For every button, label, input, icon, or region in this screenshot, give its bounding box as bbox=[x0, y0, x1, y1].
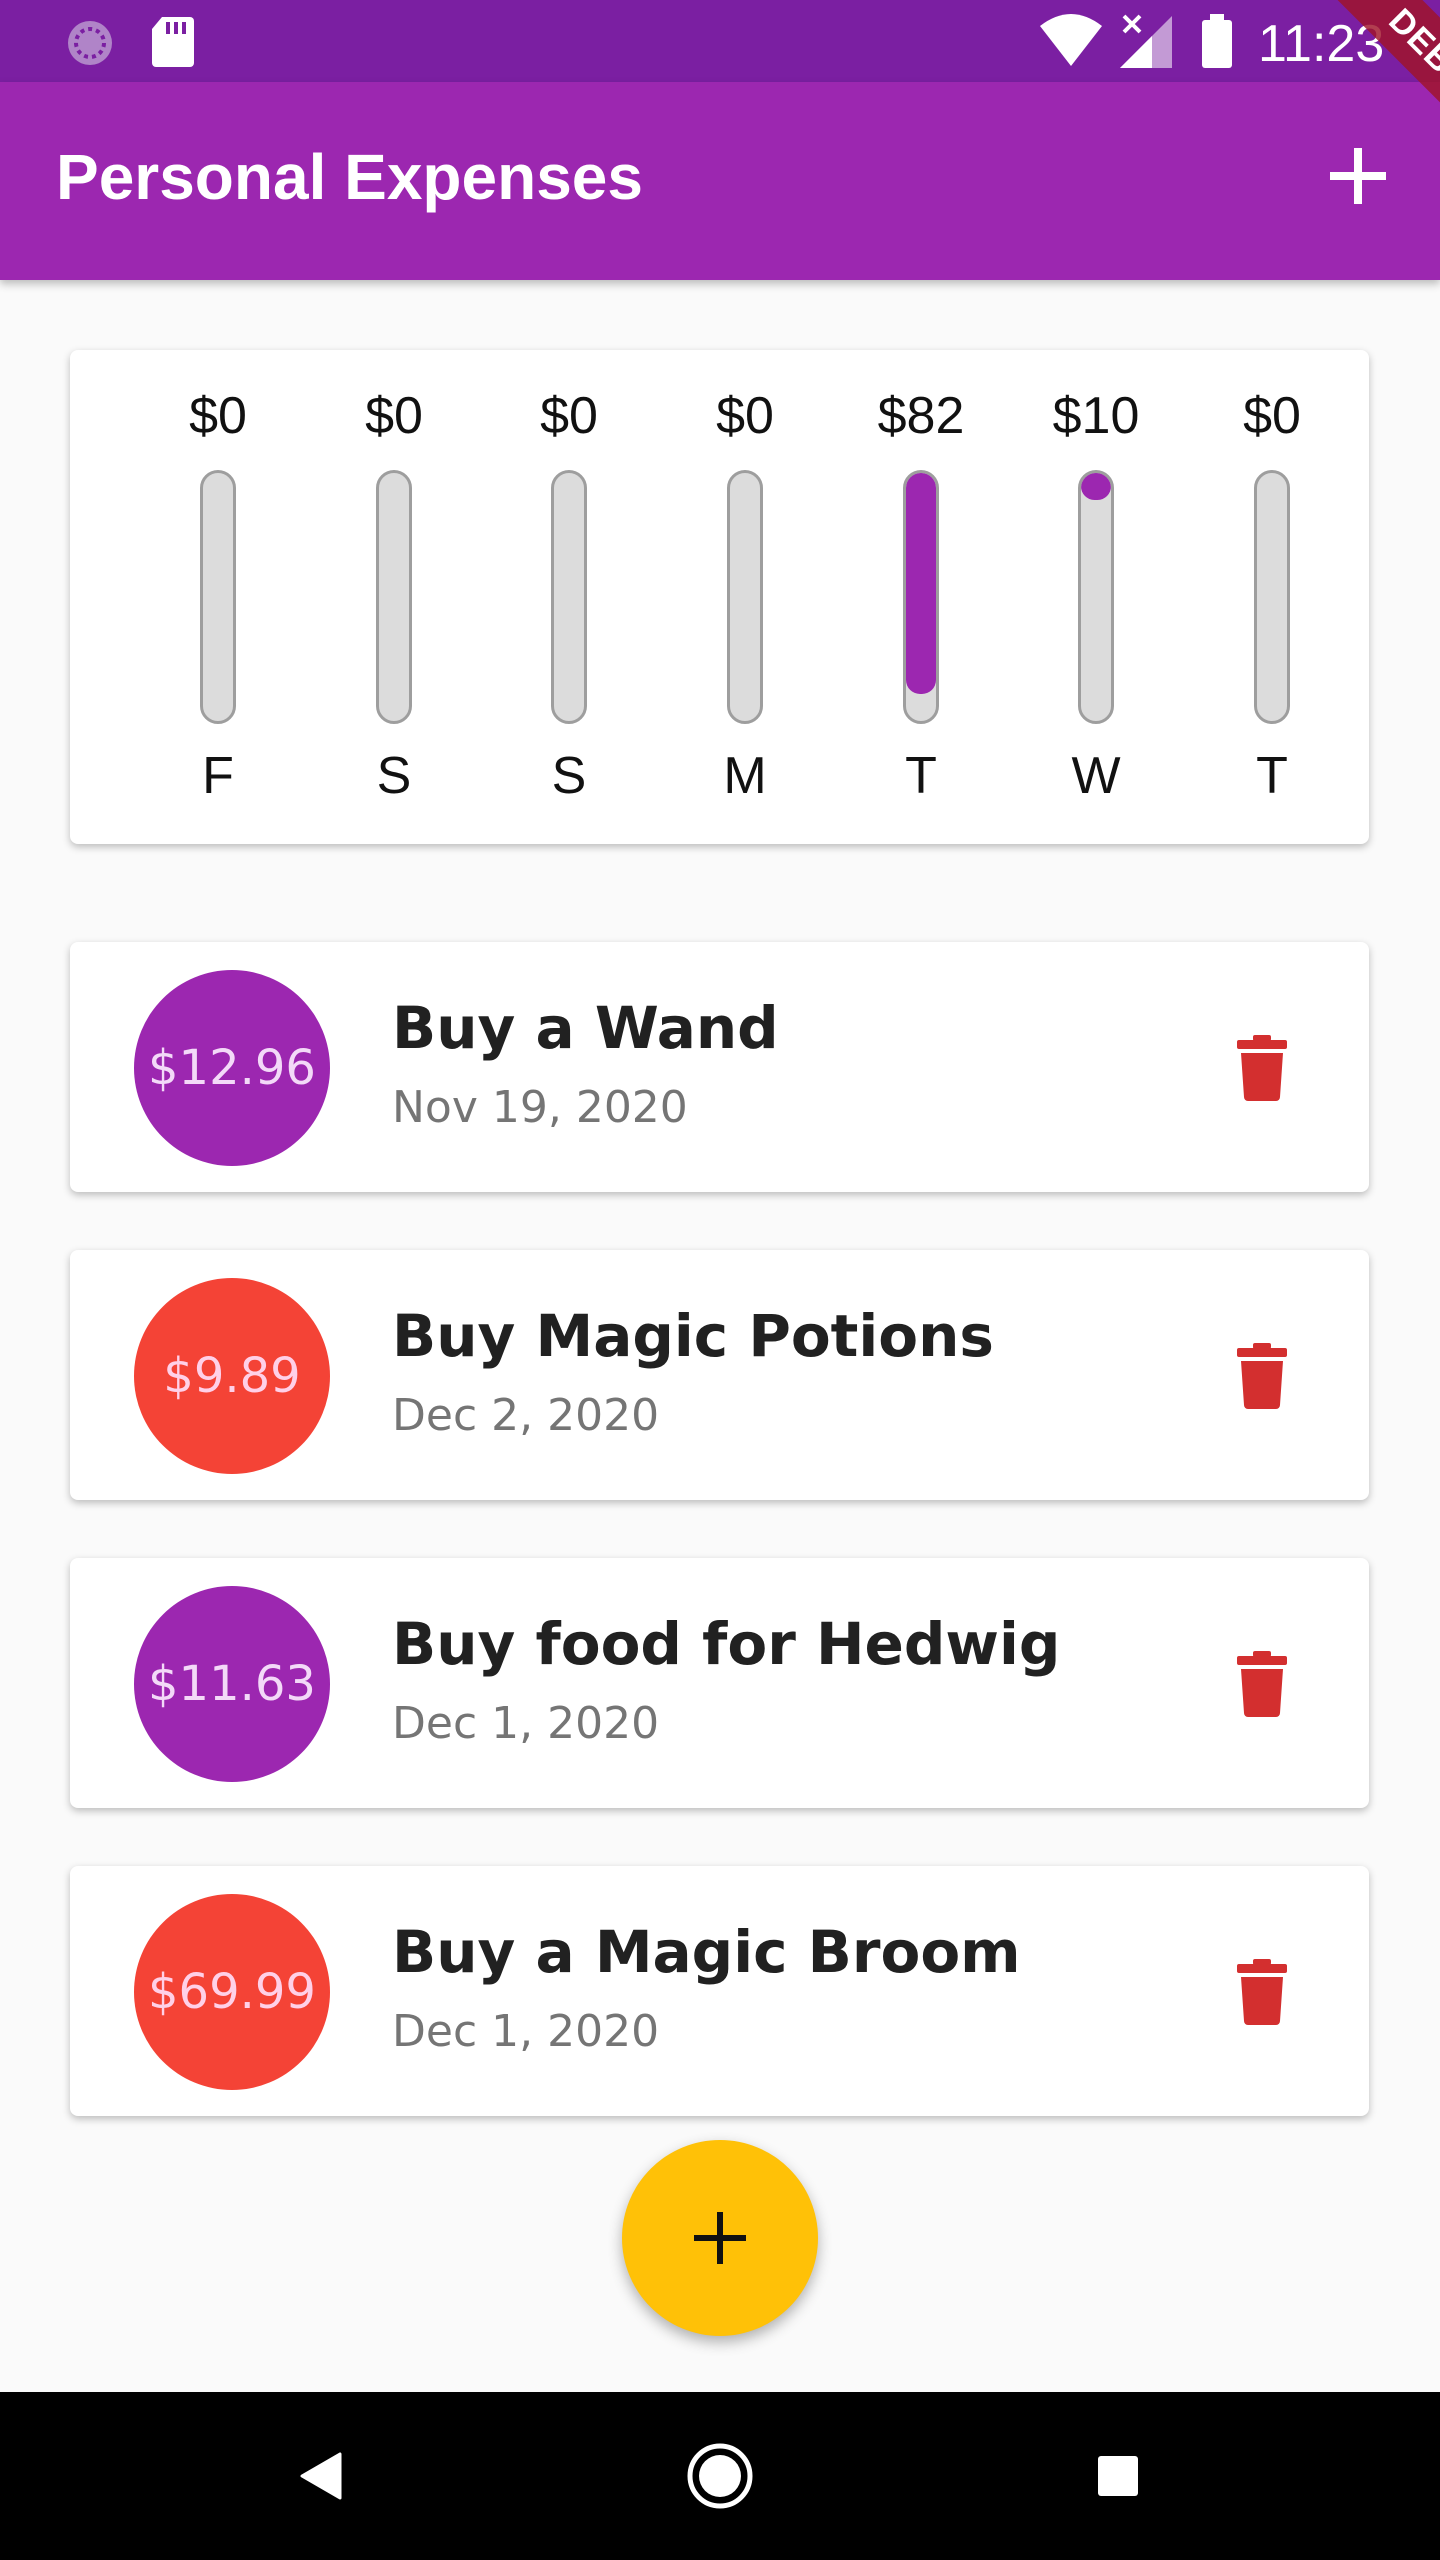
transaction-title: Buy a Wand bbox=[392, 994, 779, 1062]
day-amount: $0 bbox=[365, 387, 423, 445]
sd-card-icon bbox=[152, 17, 194, 67]
chart-day-column: $0 S bbox=[481, 350, 657, 844]
day-bar bbox=[376, 470, 412, 724]
chart-day-column: $0 M bbox=[657, 350, 833, 844]
transaction-date: Dec 1, 2020 bbox=[392, 1698, 660, 1749]
delete-button[interactable] bbox=[1220, 1642, 1304, 1726]
day-bar bbox=[727, 470, 763, 724]
signal-icon bbox=[1120, 14, 1172, 68]
plus-icon bbox=[1330, 148, 1386, 204]
nav-home-button[interactable] bbox=[670, 2426, 770, 2526]
transaction-date: Dec 2, 2020 bbox=[392, 1390, 660, 1441]
day-amount: $0 bbox=[716, 387, 774, 445]
delete-button[interactable] bbox=[1220, 1026, 1304, 1110]
transaction-title: Buy Magic Potions bbox=[392, 1302, 994, 1370]
home-icon bbox=[687, 2443, 753, 2509]
trash-icon bbox=[1237, 1343, 1287, 1409]
day-amount: $0 bbox=[1243, 387, 1301, 445]
day-amount: $82 bbox=[877, 387, 965, 445]
page-title: Personal Expenses bbox=[56, 141, 643, 213]
day-label: T bbox=[1256, 747, 1288, 805]
day-label: T bbox=[905, 747, 937, 805]
day-label: S bbox=[376, 747, 412, 805]
status-bar: 11:23 bbox=[0, 0, 1440, 82]
chart-day-column: $0 T bbox=[1184, 350, 1360, 844]
day-bar bbox=[551, 470, 587, 724]
wifi-icon bbox=[1040, 14, 1102, 66]
trash-icon bbox=[1237, 1651, 1287, 1717]
day-label: F bbox=[202, 747, 234, 805]
day-amount: $10 bbox=[1052, 387, 1140, 445]
plus-icon bbox=[694, 2212, 746, 2264]
transaction-amount: $12.96 bbox=[148, 1040, 316, 1096]
day-label: M bbox=[723, 747, 767, 805]
day-label: W bbox=[1071, 747, 1121, 805]
chart-day-column: $82 T bbox=[833, 350, 1009, 844]
transaction-title: Buy food for Hedwig bbox=[392, 1610, 1061, 1678]
amount-avatar: $9.89 bbox=[134, 1278, 330, 1474]
transaction-card[interactable]: $69.99 Buy a Magic Broom Dec 1, 2020 bbox=[70, 1866, 1369, 2116]
transaction-date: Dec 1, 2020 bbox=[392, 2006, 660, 2057]
back-icon bbox=[300, 2452, 342, 2500]
trash-icon bbox=[1237, 1035, 1287, 1101]
delete-button[interactable] bbox=[1220, 1334, 1304, 1418]
floating-add-button[interactable] bbox=[622, 2140, 818, 2336]
spinner-icon bbox=[68, 21, 112, 65]
weekly-chart-card: $0 F $0 S $0 S $0 M $82 T $10 W $0 T bbox=[70, 350, 1369, 844]
day-bar bbox=[1254, 470, 1290, 724]
transaction-amount: $69.99 bbox=[148, 1964, 316, 2020]
day-label: S bbox=[551, 747, 587, 805]
add-transaction-button[interactable] bbox=[1310, 128, 1406, 224]
transaction-card[interactable]: $12.96 Buy a Wand Nov 19, 2020 bbox=[70, 942, 1369, 1192]
amount-avatar: $11.63 bbox=[134, 1586, 330, 1782]
transaction-title: Buy a Magic Broom bbox=[392, 1918, 1021, 1986]
transaction-card[interactable]: $11.63 Buy food for Hedwig Dec 1, 2020 bbox=[70, 1558, 1369, 1808]
day-amount: $0 bbox=[540, 387, 598, 445]
day-bar-fill bbox=[906, 473, 936, 694]
day-amount: $0 bbox=[189, 387, 247, 445]
transaction-amount: $9.89 bbox=[163, 1348, 301, 1404]
system-nav-bar bbox=[0, 2392, 1440, 2560]
day-bar bbox=[200, 470, 236, 724]
chart-day-column: $0 S bbox=[306, 350, 482, 844]
delete-button[interactable] bbox=[1220, 1950, 1304, 2034]
transaction-date: Nov 19, 2020 bbox=[392, 1082, 688, 1133]
app-bar: Personal Expenses bbox=[0, 82, 1440, 280]
recents-icon bbox=[1098, 2456, 1138, 2496]
chart-day-column: $0 F bbox=[130, 350, 306, 844]
transaction-amount: $11.63 bbox=[148, 1656, 316, 1712]
status-time: 11:23 bbox=[1258, 15, 1385, 73]
nav-recents-button[interactable] bbox=[1068, 2426, 1168, 2526]
battery-icon bbox=[1202, 14, 1232, 68]
day-bar-fill bbox=[1081, 473, 1111, 500]
chart-day-column: $10 W bbox=[1008, 350, 1184, 844]
trash-icon bbox=[1237, 1959, 1287, 2025]
transaction-card[interactable]: $9.89 Buy Magic Potions Dec 2, 2020 bbox=[70, 1250, 1369, 1500]
day-bar bbox=[1078, 470, 1114, 724]
amount-avatar: $69.99 bbox=[134, 1894, 330, 2090]
nav-back-button[interactable] bbox=[270, 2426, 370, 2526]
amount-avatar: $12.96 bbox=[134, 970, 330, 1166]
day-bar bbox=[903, 470, 939, 724]
